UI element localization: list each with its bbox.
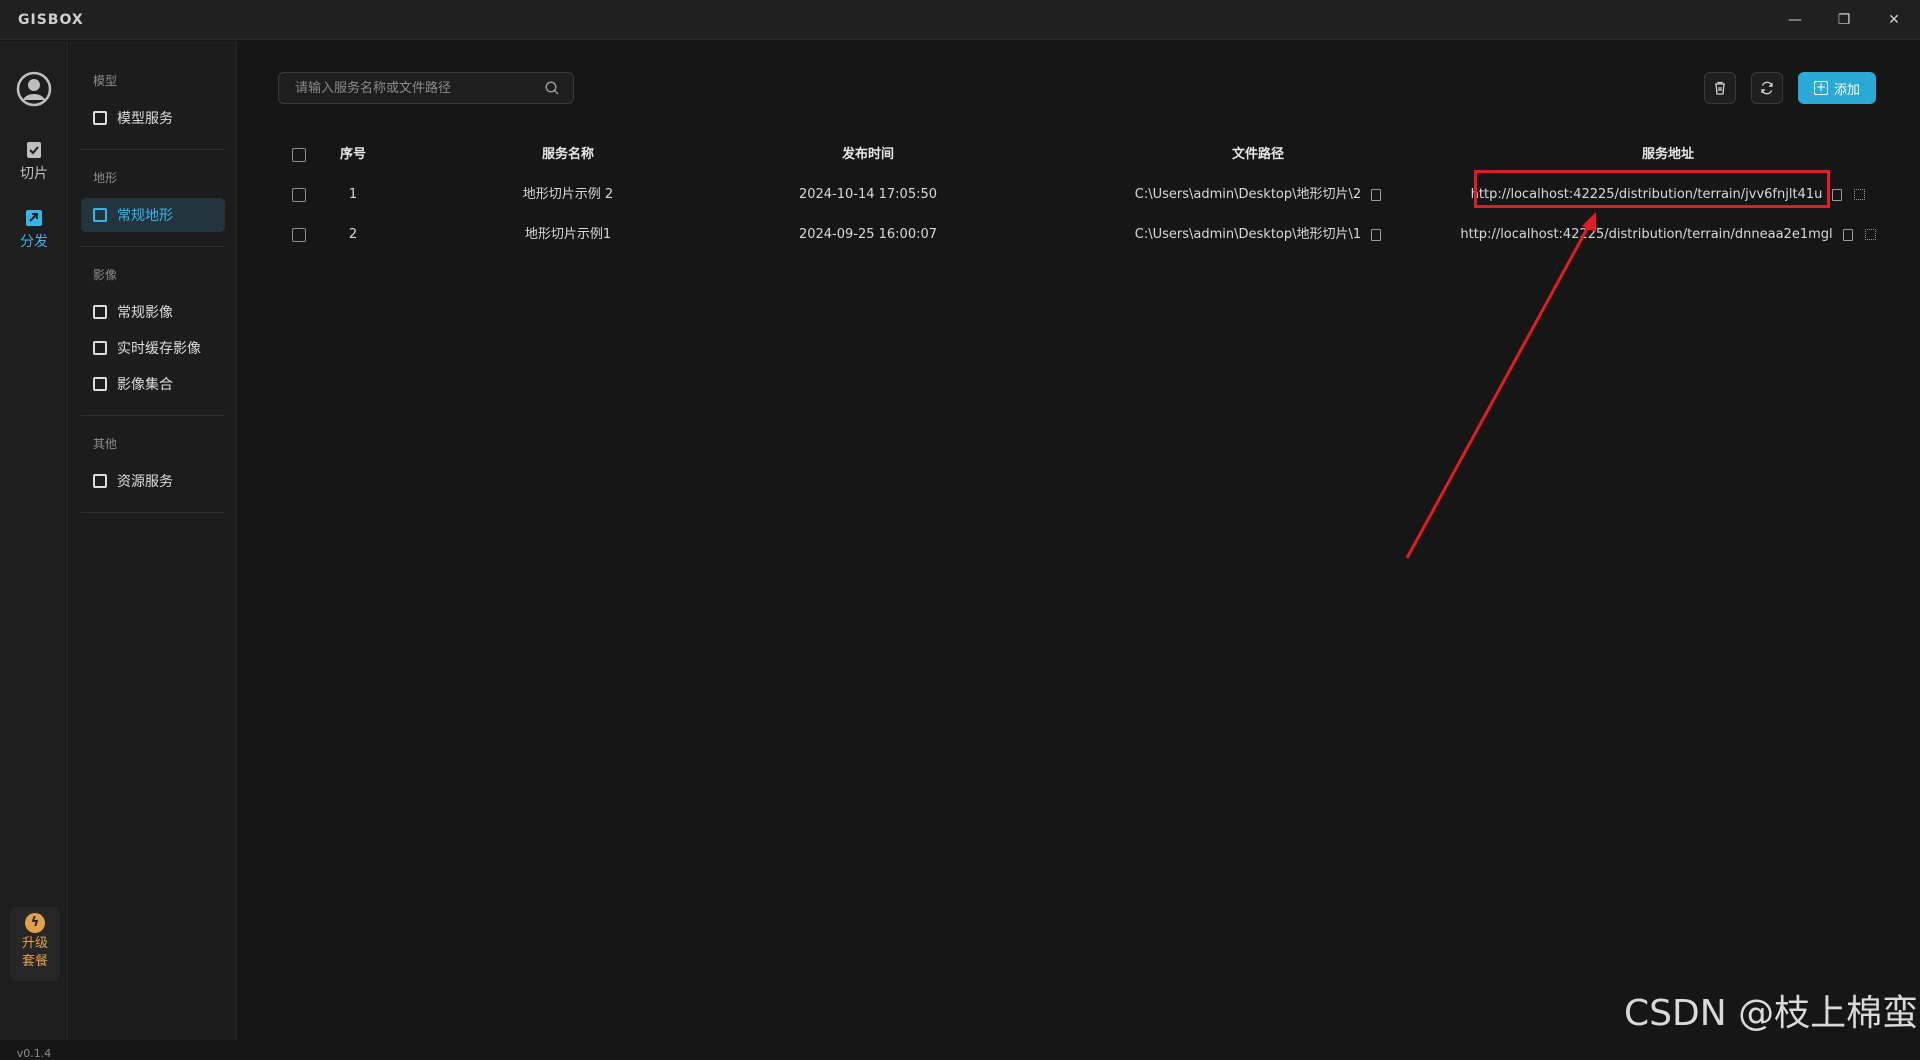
add-button-label: 添加 xyxy=(1833,82,1860,98)
cell-time: 2024-09-25 16:00:07 xyxy=(798,227,938,242)
sidebar-item-label: 常规地形 xyxy=(117,208,173,224)
group-title-terrain: 地形 xyxy=(93,171,118,185)
model-icon xyxy=(93,111,107,125)
sidebar-item-resource-service[interactable]: 资源服务 xyxy=(81,464,225,498)
app-logo: GISBOX xyxy=(18,12,84,28)
group-title-imagery: 影像 xyxy=(93,268,118,282)
path-text: C:\Users\admin\Desktop\地形切片\2 xyxy=(1134,187,1362,202)
plus-icon: + xyxy=(1813,80,1828,95)
left-rail: 切片 分发 ϟ 升级 套餐 v0.1.4 xyxy=(0,41,68,1060)
cell-path: C:\Users\admin\Desktop\地形切片\2 xyxy=(1058,175,1458,215)
divider xyxy=(81,512,225,513)
cell-index: 2 xyxy=(348,227,358,242)
header-time: 发布时间 xyxy=(841,147,894,162)
sidebar: 模型 模型服务 地形 常规地形 影像 常规影像 实时缓存影像 影像集合 其他 资… xyxy=(69,41,237,1040)
rail-item-slice[interactable]: 切片 xyxy=(0,141,68,183)
sidebar-item-label: 影像集合 xyxy=(117,377,173,393)
url-text[interactable]: http://localhost:42225/distribution/terr… xyxy=(1460,227,1832,242)
watermark: CSDN @枝上棉蛮 xyxy=(1624,993,1919,1034)
upgrade-label-1: 升级 xyxy=(21,936,48,951)
upgrade-plan-button[interactable]: ϟ 升级 套餐 xyxy=(10,907,60,981)
avatar-icon[interactable] xyxy=(16,71,52,107)
add-button[interactable]: + 添加 xyxy=(1798,72,1876,104)
row-checkbox[interactable] xyxy=(292,228,306,242)
cell-url: http://localhost:42225/distribution/terr… xyxy=(1458,215,1878,255)
group-title-other: 其他 xyxy=(93,437,118,451)
row-checkbox[interactable] xyxy=(292,188,306,202)
rail-item-label: 切片 xyxy=(20,166,48,182)
sidebar-item-imagery-collection[interactable]: 影像集合 xyxy=(81,367,225,401)
table-header: 序号 服务名称 发布时间 文件路径 服务地址 xyxy=(278,135,1878,175)
select-all-checkbox[interactable] xyxy=(292,148,306,162)
cell-name: 地形切片示例 2 xyxy=(522,187,614,202)
rail-item-distribute[interactable]: 分发 xyxy=(0,209,68,251)
open-folder-icon[interactable] xyxy=(1371,228,1382,241)
refresh-icon xyxy=(1761,81,1773,95)
header-url: 服务地址 xyxy=(1641,147,1694,162)
open-folder-icon[interactable] xyxy=(1371,188,1382,201)
search-icon[interactable] xyxy=(545,81,559,95)
sidebar-item-label: 模型服务 xyxy=(117,111,173,127)
title-bar: GISBOX — ❐ ✕ xyxy=(0,0,1920,40)
qr-code-icon[interactable] xyxy=(1864,229,1876,240)
close-button[interactable]: ✕ xyxy=(1879,8,1909,32)
search-box xyxy=(278,72,574,104)
imagery-icon xyxy=(93,377,107,391)
version-label: v0.1.4 xyxy=(16,1047,52,1060)
refresh-button[interactable] xyxy=(1751,72,1783,104)
group-title-model: 模型 xyxy=(93,74,118,88)
header-index: 序号 xyxy=(339,147,366,162)
upgrade-label-2: 套餐 xyxy=(21,954,48,969)
terrain-icon xyxy=(93,208,107,222)
resource-icon xyxy=(93,474,107,488)
imagery-icon xyxy=(93,341,107,355)
sidebar-item-label: 实时缓存影像 xyxy=(117,341,201,357)
header-name: 服务名称 xyxy=(541,147,594,162)
sidebar-item-realtime-cache-imagery[interactable]: 实时缓存影像 xyxy=(81,331,225,365)
qr-code-icon[interactable] xyxy=(1854,189,1866,200)
imagery-icon xyxy=(93,305,107,319)
sidebar-item-label: 常规影像 xyxy=(117,305,173,321)
copy-icon[interactable] xyxy=(1832,188,1843,201)
cell-path: C:\Users\admin\Desktop\地形切片\1 xyxy=(1058,215,1458,255)
cell-time: 2024-10-14 17:05:50 xyxy=(798,187,938,202)
delete-button[interactable] xyxy=(1704,72,1736,104)
slice-icon xyxy=(27,142,41,158)
sidebar-item-label: 资源服务 xyxy=(117,474,173,490)
sidebar-item-model-service[interactable]: 模型服务 xyxy=(81,101,225,135)
minimize-button[interactable]: — xyxy=(1780,8,1810,32)
sidebar-item-regular-terrain[interactable]: 常规地形 xyxy=(81,198,225,232)
copy-icon[interactable] xyxy=(1842,228,1853,241)
divider xyxy=(81,246,225,247)
divider xyxy=(81,415,225,416)
cell-index: 1 xyxy=(348,187,358,202)
header-path: 文件路径 xyxy=(1231,147,1284,162)
cell-name: 地形切片示例1 xyxy=(524,227,612,242)
search-input[interactable] xyxy=(279,73,529,103)
trash-icon xyxy=(1715,81,1725,95)
restore-button[interactable]: ❐ xyxy=(1829,8,1859,32)
rail-item-label: 分发 xyxy=(20,234,48,250)
distribute-icon xyxy=(26,210,42,226)
annotation-highlight-box xyxy=(1474,170,1830,208)
table-row: 2 地形切片示例1 2024-09-25 16:00:07 C:\Users\a… xyxy=(278,215,1878,255)
divider xyxy=(81,149,225,150)
sidebar-item-regular-imagery[interactable]: 常规影像 xyxy=(81,295,225,329)
path-text: C:\Users\admin\Desktop\地形切片\1 xyxy=(1134,227,1362,242)
bolt-icon: ϟ xyxy=(25,913,45,933)
